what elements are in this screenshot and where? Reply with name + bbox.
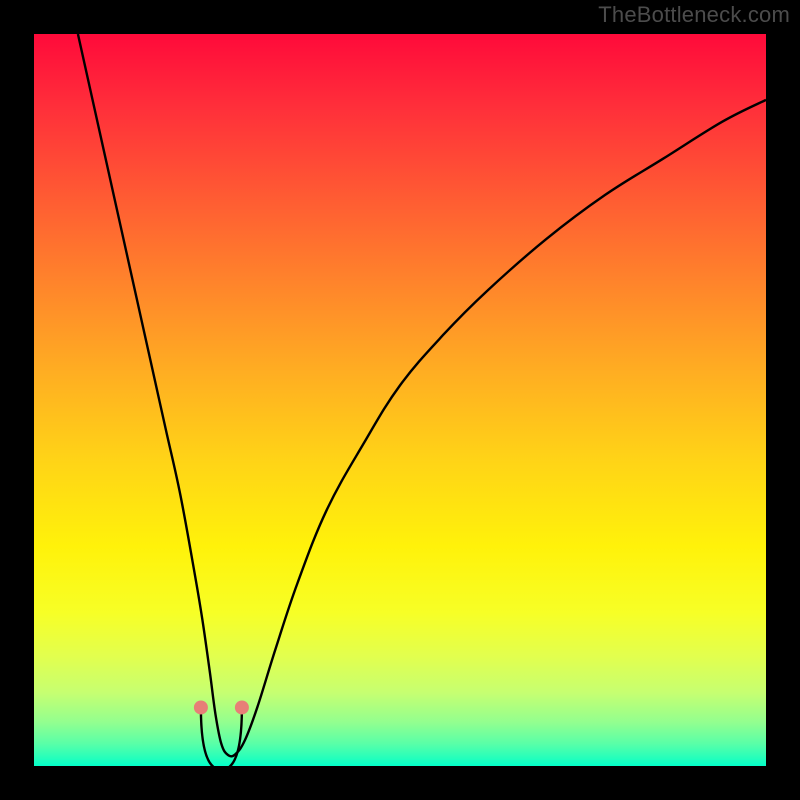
chart-stage: TheBottleneck.com — [0, 0, 800, 800]
marker-dot-left — [194, 700, 208, 714]
plot-area — [34, 34, 766, 766]
watermark-text: TheBottleneck.com — [598, 2, 790, 28]
marker-arc — [201, 707, 242, 766]
bottleneck-curve — [78, 34, 766, 756]
marker-group — [194, 700, 249, 766]
marker-dot-right — [235, 700, 249, 714]
curve-layer — [34, 34, 766, 766]
